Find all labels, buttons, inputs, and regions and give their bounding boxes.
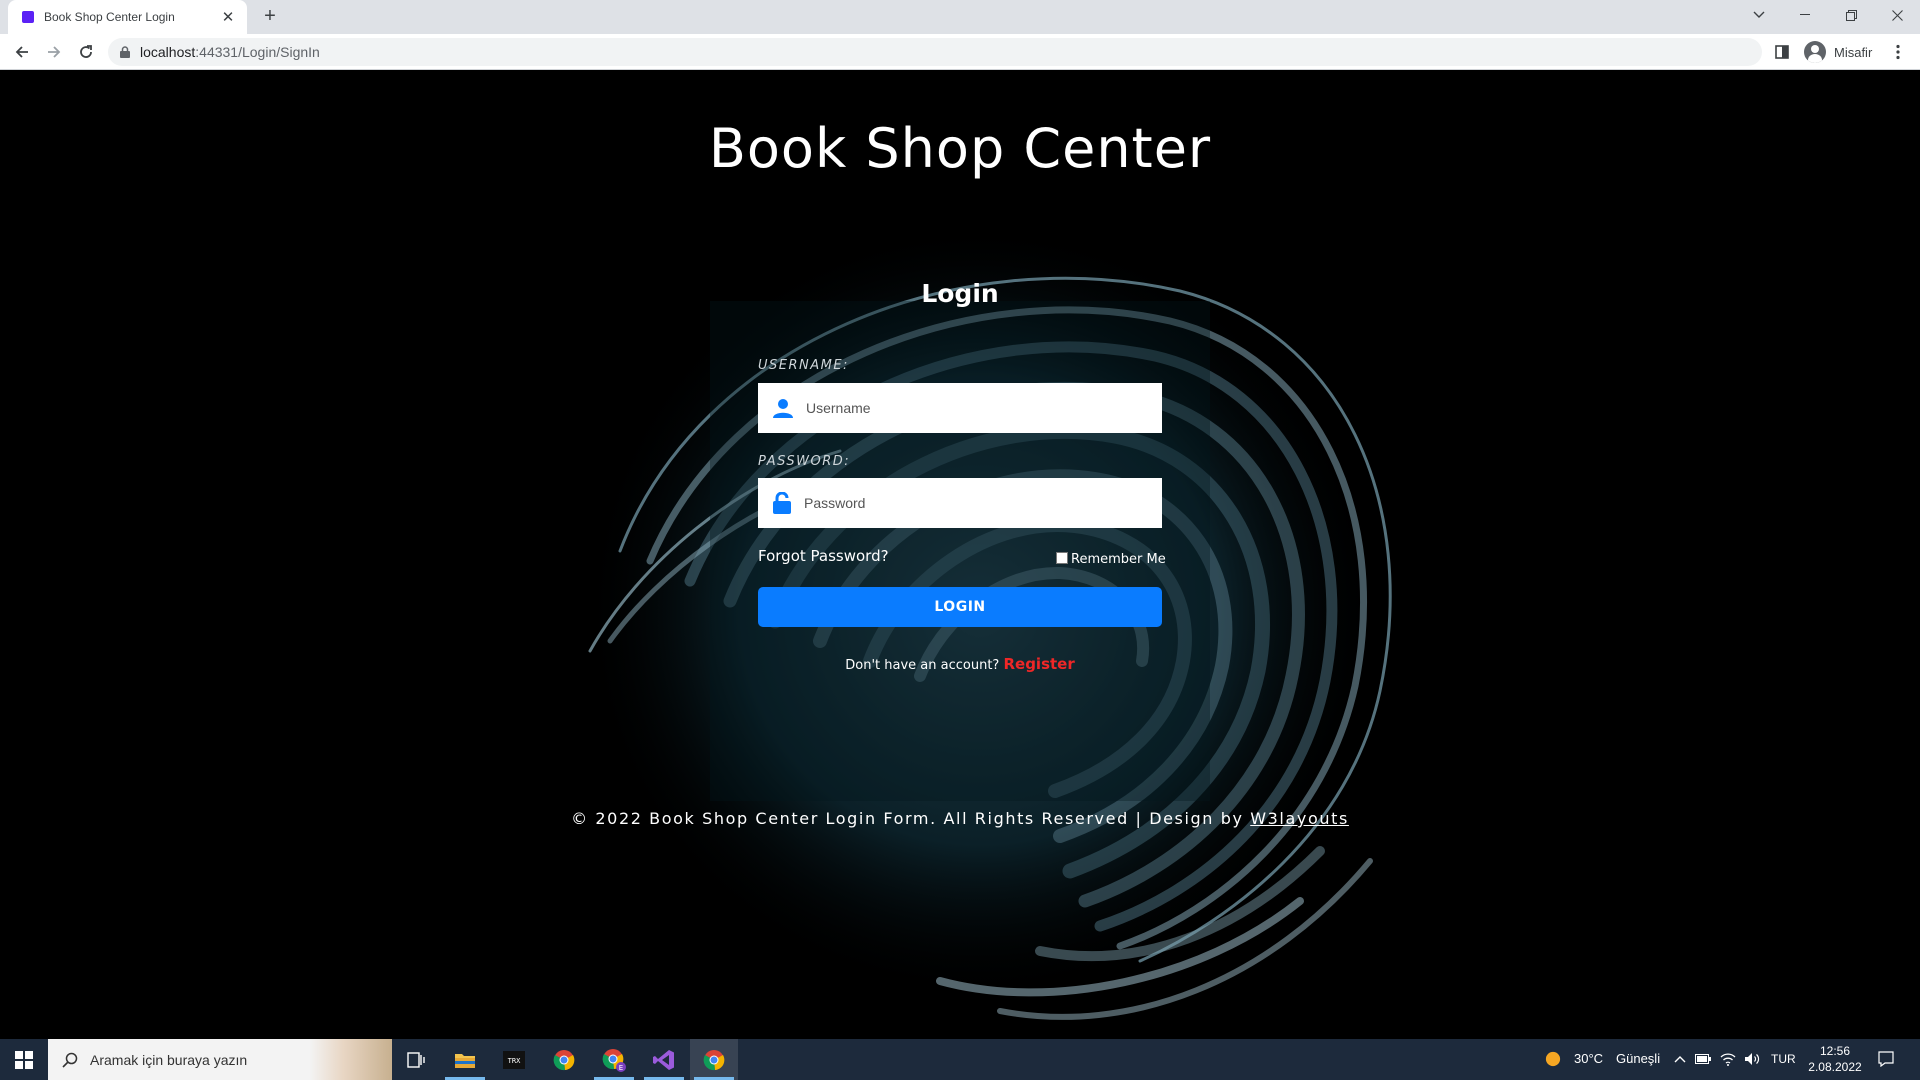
task-view-icon[interactable] bbox=[392, 1039, 440, 1080]
no-account-text: Don't have an account? bbox=[845, 658, 1000, 673]
visual-studio-icon[interactable] bbox=[640, 1039, 688, 1080]
username-field[interactable] bbox=[758, 383, 1162, 433]
chrome-active-icon[interactable] bbox=[690, 1039, 738, 1080]
unlock-icon bbox=[773, 492, 791, 514]
notifications-icon[interactable] bbox=[1878, 1051, 1894, 1067]
login-button[interactable]: LOGIN bbox=[758, 587, 1162, 627]
avatar-icon bbox=[1804, 41, 1826, 63]
terminal-icon[interactable]: TRX bbox=[490, 1039, 538, 1080]
menu-icon[interactable] bbox=[1884, 38, 1912, 66]
chevron-up-icon[interactable] bbox=[1672, 1051, 1688, 1067]
search-icon bbox=[62, 1052, 78, 1068]
lock-icon bbox=[120, 46, 130, 58]
profile-name: Misafir bbox=[1834, 44, 1873, 60]
username-label: USERNAME: bbox=[758, 358, 849, 373]
login-heading: Login bbox=[921, 279, 999, 308]
footer-text: © 2022 Book Shop Center Login Form. All … bbox=[571, 809, 1251, 828]
url-host: localhost bbox=[140, 44, 196, 60]
password-label: PASSWORD: bbox=[758, 454, 851, 469]
address-bar[interactable]: localhost:44331/Login/SignIn bbox=[108, 38, 1762, 66]
volume-icon[interactable] bbox=[1744, 1051, 1760, 1067]
restore-icon[interactable] bbox=[1828, 0, 1874, 30]
remember-me-checkbox[interactable] bbox=[1056, 551, 1068, 564]
language-indicator[interactable]: TUR bbox=[1771, 1052, 1796, 1066]
browser-tab[interactable]: Book Shop Center Login ✕ bbox=[8, 0, 247, 34]
remember-me[interactable]: Remember Me bbox=[1056, 551, 1166, 567]
user-icon bbox=[773, 399, 793, 418]
register-link[interactable]: Register bbox=[1003, 655, 1074, 673]
url-path: :44331/Login/SignIn bbox=[195, 44, 320, 60]
footer: © 2022 Book Shop Center Login Form. All … bbox=[0, 809, 1920, 828]
forgot-password-link[interactable]: Forgot Password? bbox=[758, 547, 889, 565]
start-button[interactable] bbox=[0, 1039, 48, 1080]
tab-close-icon[interactable]: ✕ bbox=[219, 8, 237, 26]
search-highlight-image bbox=[310, 1039, 392, 1080]
windows-icon bbox=[15, 1050, 33, 1069]
wifi-icon[interactable] bbox=[1720, 1051, 1736, 1067]
forward-icon[interactable] bbox=[40, 38, 68, 66]
tab-search-icon[interactable] bbox=[1736, 0, 1782, 30]
password-input[interactable] bbox=[804, 495, 1144, 511]
chrome-profile-icon[interactable]: E bbox=[590, 1039, 638, 1080]
taskbar-search[interactable]: Aramak için buraya yazın bbox=[48, 1039, 392, 1080]
chrome-icon[interactable] bbox=[540, 1039, 588, 1080]
register-prompt: Don't have an account? Register bbox=[0, 655, 1920, 673]
profile-button[interactable]: Misafir bbox=[1800, 39, 1880, 65]
site-title: Book Shop Center bbox=[708, 117, 1212, 180]
back-icon[interactable] bbox=[8, 38, 36, 66]
username-input[interactable] bbox=[806, 400, 1146, 416]
file-explorer-icon[interactable] bbox=[441, 1039, 489, 1080]
new-tab-button[interactable]: + bbox=[258, 5, 282, 29]
clock-date: 2.08.2022 bbox=[1808, 1060, 1862, 1074]
clock-time: 12:56 bbox=[1819, 1044, 1851, 1058]
footer-link[interactable]: W3layouts bbox=[1250, 809, 1349, 828]
search-placeholder: Aramak için buraya yazın bbox=[90, 1051, 248, 1068]
battery-icon[interactable] bbox=[1695, 1051, 1711, 1067]
browser-toolbar: localhost:44331/Login/SignIn Misafir bbox=[0, 34, 1920, 70]
weather-temp[interactable]: 30°C bbox=[1574, 1051, 1603, 1066]
close-window-icon[interactable] bbox=[1874, 0, 1920, 30]
page-content: Book Shop Center Login USERNAME: PASSWOR… bbox=[0, 71, 1920, 1039]
favicon-icon bbox=[22, 11, 34, 23]
tab-title: Book Shop Center Login bbox=[44, 10, 175, 24]
taskbar: Aramak için buraya yazın TRX E 30°C Güne… bbox=[0, 1039, 1920, 1080]
svg-text:E: E bbox=[619, 1064, 623, 1072]
svg-text:TRX: TRX bbox=[508, 1057, 521, 1065]
system-clock[interactable]: 12:56 2.08.2022 bbox=[1800, 1043, 1870, 1075]
tab-bar: Book Shop Center Login ✕ + bbox=[0, 0, 1920, 34]
password-field[interactable] bbox=[758, 478, 1162, 528]
minimize-icon[interactable] bbox=[1782, 0, 1828, 30]
remember-me-label: Remember Me bbox=[1071, 552, 1166, 567]
weather-desc[interactable]: Güneşli bbox=[1616, 1051, 1660, 1066]
reload-icon[interactable] bbox=[72, 38, 100, 66]
side-panel-icon[interactable] bbox=[1768, 38, 1796, 66]
weather-sun-icon[interactable] bbox=[1545, 1051, 1561, 1067]
